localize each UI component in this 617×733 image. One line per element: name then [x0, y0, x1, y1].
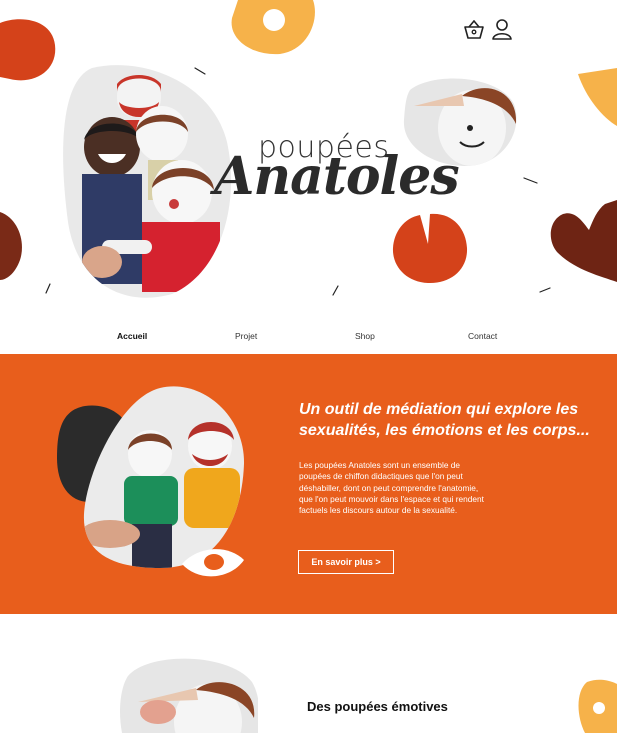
doll-emotion-photo: [118, 652, 258, 733]
emotions-section: Des poupées émotives: [0, 614, 617, 733]
intro-section: Un outil de médiation qui explore les se…: [0, 354, 617, 614]
section-heading: Des poupées émotives: [307, 699, 448, 714]
intro-heading: Un outil de médiation qui explore les se…: [299, 401, 590, 439]
logo-wordmark-script: Anatoles: [214, 146, 460, 207]
decor-eye-white: [182, 549, 244, 577]
nav-item-shop[interactable]: Shop: [355, 331, 375, 341]
dolls-group-photo: [62, 62, 232, 298]
learn-more-button[interactable]: En savoir plus >: [298, 550, 394, 574]
nav-item-accueil[interactable]: Accueil: [117, 331, 147, 341]
main-navigation: Accueil Projet Shop Contact: [0, 322, 617, 354]
nav-item-contact[interactable]: Contact: [468, 331, 497, 341]
basket-icon[interactable]: [461, 17, 487, 43]
user-icon[interactable]: [489, 16, 515, 42]
nav-item-projet[interactable]: Projet: [235, 331, 257, 341]
intro-paragraph: Les poupées Anatoles sont un ensemble de…: [299, 460, 484, 516]
decor-ring-yellow-small: [578, 679, 617, 733]
site-header: poupées Anatoles: [0, 0, 617, 322]
